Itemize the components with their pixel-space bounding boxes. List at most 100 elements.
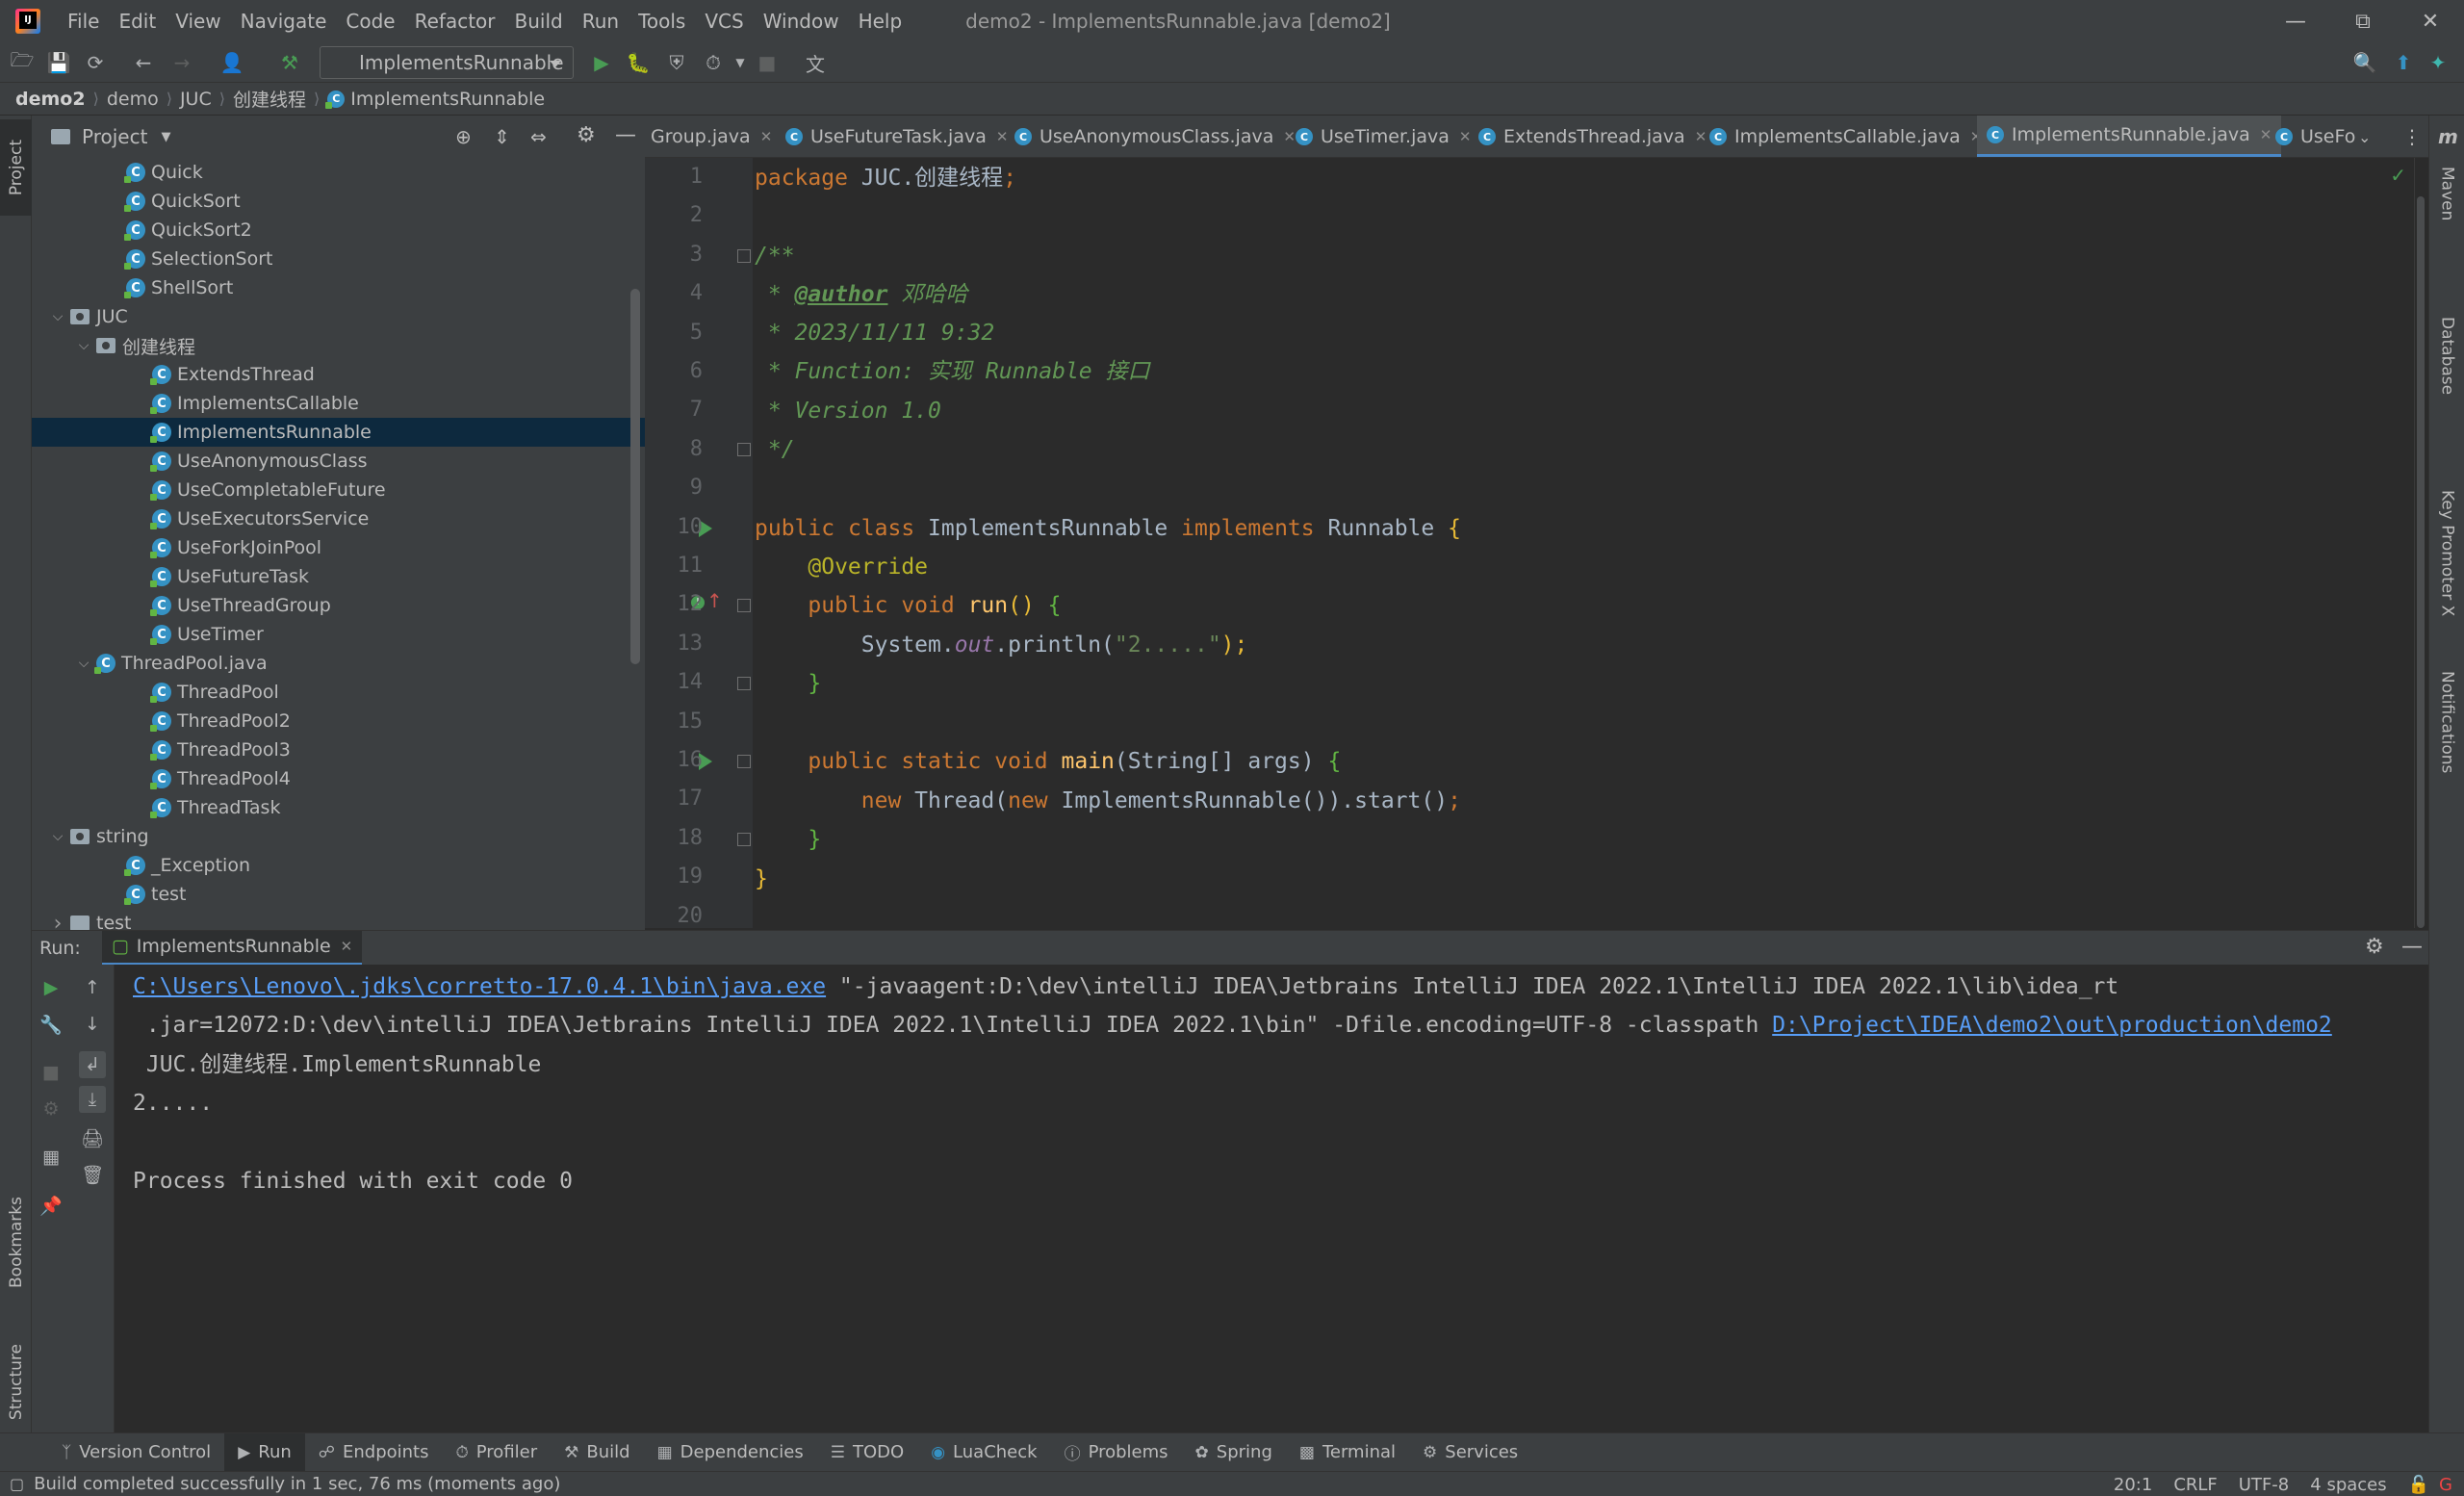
- tab-implementscallable-java[interactable]: C ImplementsCallable.java ✕: [1709, 116, 1982, 157]
- tool-spring[interactable]: ✿ Spring: [1182, 1433, 1286, 1472]
- restore-icon[interactable]: ⧉: [2329, 0, 2397, 42]
- more-run-chevron-icon[interactable]: ▼: [728, 50, 753, 75]
- tree-item[interactable]: Ctest: [32, 880, 645, 909]
- chevron-down-icon[interactable]: ⌵: [49, 829, 66, 844]
- tool-problems[interactable]: ⓘ Problems: [1051, 1433, 1182, 1472]
- database-tool-tab[interactable]: Database: [2429, 250, 2464, 462]
- menu-run[interactable]: Run: [573, 10, 629, 33]
- project-panel-title[interactable]: Project: [82, 125, 147, 148]
- menu-tools[interactable]: Tools: [629, 10, 695, 33]
- stop-icon[interactable]: ■: [755, 50, 780, 75]
- build-hammer-icon[interactable]: ⚒: [277, 50, 302, 75]
- tree-item[interactable]: ⌵ 创建线程: [32, 331, 645, 360]
- override-arrow-icon[interactable]: ↑: [706, 589, 723, 612]
- fold-marker-icon[interactable]: [737, 249, 751, 263]
- inspection-ok-icon[interactable]: ✓: [2390, 164, 2406, 187]
- soft-wrap-icon[interactable]: ↲: [79, 1051, 106, 1078]
- caret-position[interactable]: 20:1: [2114, 1475, 2152, 1495]
- maven-tool-tab[interactable]: Maven: [2429, 150, 2464, 237]
- tree-item[interactable]: C ShellSort: [32, 273, 645, 302]
- breadcrumb-item[interactable]: demo: [107, 89, 159, 110]
- expand-all-icon[interactable]: ⇕: [494, 125, 510, 148]
- profile-icon[interactable]: ⏱: [701, 50, 726, 75]
- save-icon[interactable]: 💾: [46, 50, 71, 75]
- close-tab-icon[interactable]: ✕: [1459, 128, 1472, 145]
- tree-item[interactable]: C UseCompletableFuture: [32, 476, 645, 504]
- search-icon[interactable]: 🔍: [2352, 50, 2377, 75]
- editor-scroll-thumb[interactable]: [2417, 196, 2425, 928]
- tab-usefuturetask-java[interactable]: C UseFutureTask.java ✕: [785, 116, 1008, 157]
- chevron-down-icon[interactable]: ⌵: [75, 656, 92, 671]
- more-tabs-icon[interactable]: ⋮: [2402, 116, 2422, 157]
- trash-icon[interactable]: 🗑: [79, 1161, 106, 1188]
- tree-item[interactable]: C UseForkJoinPool: [32, 533, 645, 562]
- rerun-icon[interactable]: ▶: [38, 974, 64, 1001]
- tree-item[interactable]: ⌵ string: [32, 822, 645, 851]
- menu-navigate[interactable]: Navigate: [231, 10, 337, 33]
- print-icon[interactable]: 🖨: [79, 1124, 106, 1151]
- tool-luacheck[interactable]: ◉ LuaCheck: [917, 1433, 1050, 1472]
- menu-vcs[interactable]: VCS: [695, 10, 753, 33]
- user-icon[interactable]: 👤: [219, 50, 244, 75]
- tool-version-control[interactable]: ᛉ Version Control: [48, 1433, 224, 1472]
- close-tab-icon[interactable]: ✕: [341, 938, 353, 955]
- tree-item[interactable]: C SelectionSort: [32, 245, 645, 273]
- tree-item[interactable]: C ImplementsCallable: [32, 389, 645, 418]
- close-window-icon[interactable]: ✕: [2397, 0, 2464, 42]
- tab-usefo[interactable]: C UseFo: [2275, 116, 2355, 157]
- tool-terminal[interactable]: ▩ Terminal: [1286, 1433, 1409, 1472]
- gear-icon[interactable]: ⚙: [2365, 935, 2384, 959]
- breadcrumb-item[interactable]: JUC: [180, 89, 212, 110]
- breadcrumb-item[interactable]: ImplementsRunnable: [350, 89, 545, 110]
- fold-marker-icon[interactable]: [737, 599, 751, 612]
- structure-tool-tab[interactable]: Structure: [0, 1325, 32, 1440]
- locate-icon[interactable]: ⊕: [455, 125, 472, 148]
- view-mode-chevron-icon[interactable]: ▼: [161, 130, 170, 144]
- fold-marker-icon[interactable]: [737, 833, 751, 846]
- tree-item[interactable]: › test: [32, 909, 645, 930]
- tree-item[interactable]: C UseThreadGroup: [32, 591, 645, 620]
- wrench-icon[interactable]: 🔧: [38, 1011, 64, 1038]
- scroll-to-end-icon[interactable]: ⤓: [79, 1086, 106, 1113]
- run-configuration-select[interactable]: ImplementsRunnable: [320, 46, 574, 79]
- tree-item[interactable]: C Quick: [32, 158, 645, 187]
- hide-panel-icon[interactable]: —: [2401, 935, 2423, 959]
- translate-icon[interactable]: 文: [803, 50, 828, 76]
- breadcrumb-item[interactable]: 创建线程: [233, 86, 306, 112]
- tool-todo[interactable]: ☰ TODO: [817, 1433, 917, 1472]
- forward-icon[interactable]: →: [169, 50, 194, 75]
- plugin-bird-icon[interactable]: ✦: [2426, 50, 2451, 75]
- indent-setting[interactable]: 4 spaces: [2310, 1475, 2386, 1495]
- close-tab-icon[interactable]: ✕: [760, 128, 773, 145]
- tree-item[interactable]: C ExtendsThread: [32, 360, 645, 389]
- tree-item[interactable]: ⌵ JUC: [32, 302, 645, 331]
- tree-item[interactable]: C UseTimer: [32, 620, 645, 649]
- editor-scrollbar[interactable]: [2414, 158, 2426, 928]
- tool-profiler[interactable]: ⏱ Profiler: [443, 1433, 552, 1472]
- lock-icon[interactable]: 🔓: [2408, 1475, 2429, 1495]
- collapse-all-icon[interactable]: ⇔: [530, 125, 547, 148]
- up-arrow-icon[interactable]: ↑: [79, 974, 106, 1001]
- project-tool-tab[interactable]: Project: [0, 119, 32, 216]
- menu-code[interactable]: Code: [336, 10, 404, 33]
- fold-marker-icon[interactable]: [737, 443, 751, 456]
- console-link[interactable]: D:\Project\IDEA\demo2\out\production\dem…: [1772, 1013, 2332, 1038]
- tool-build[interactable]: ⚒ Build: [551, 1433, 643, 1472]
- tree-item[interactable]: C ThreadPool2: [32, 707, 645, 735]
- pin-icon[interactable]: 📌: [38, 1192, 64, 1219]
- key-promoter-tool-tab[interactable]: Key Promoter X: [2429, 472, 2464, 635]
- open-folder-icon[interactable]: 🗁: [10, 48, 35, 75]
- minimize-icon[interactable]: —: [2262, 0, 2329, 42]
- tree-item[interactable]: C UseExecutorsService: [32, 504, 645, 533]
- tree-item[interactable]: C _Exception: [32, 851, 645, 880]
- tab-list-chevron-icon[interactable]: ⌄: [2358, 116, 2371, 157]
- tree-item[interactable]: C QuickSort2: [32, 216, 645, 245]
- close-tab-icon[interactable]: ✕: [2260, 126, 2272, 143]
- close-tab-icon[interactable]: ✕: [1283, 128, 1296, 145]
- menu-file[interactable]: File: [58, 10, 109, 33]
- fold-marker-icon[interactable]: [737, 755, 751, 768]
- tab-useanonymousclass-java[interactable]: C UseAnonymousClass.java ✕: [1014, 116, 1296, 157]
- status-message[interactable]: Build completed successfully in 1 sec, 7…: [34, 1474, 560, 1494]
- tool-endpoints[interactable]: ☍ Endpoints: [305, 1433, 443, 1472]
- tab-implementsrunnable-java[interactable]: C ImplementsRunnable.java ✕: [1977, 116, 2282, 157]
